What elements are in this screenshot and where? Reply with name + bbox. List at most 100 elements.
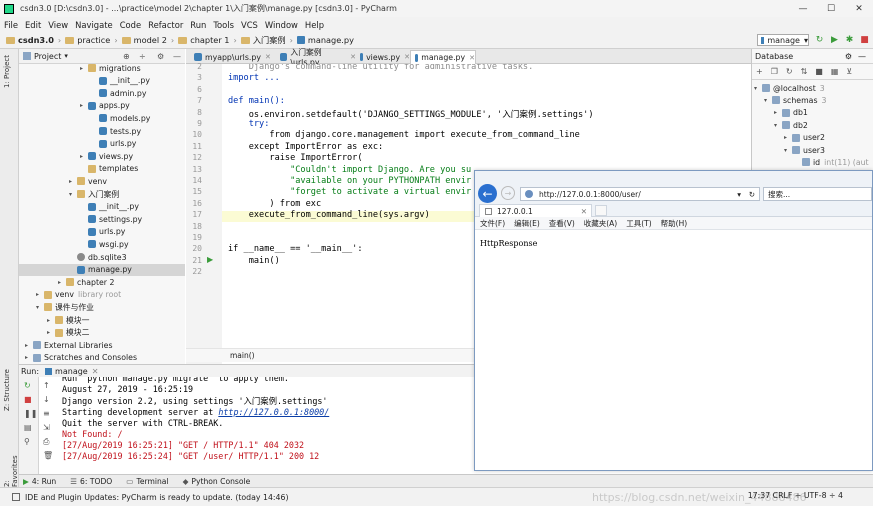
- browser-menu-item[interactable]: 帮助(H): [661, 218, 688, 229]
- gear-icon[interactable]: ⚙: [845, 52, 852, 61]
- breadcrumb-item[interactable]: practice ›: [65, 34, 118, 46]
- menu-item-tools[interactable]: Tools: [213, 20, 234, 30]
- hide-icon[interactable]: —: [173, 52, 181, 61]
- db-tree-item[interactable]: ▾ @localhost 3: [754, 82, 825, 94]
- bottom-tab[interactable]: ▭ Terminal: [126, 477, 168, 486]
- table-icon[interactable]: ▦: [831, 67, 839, 76]
- tree-item[interactable]: ▸ apps.py: [80, 100, 130, 112]
- dropdown-icon[interactable]: ▾: [737, 190, 741, 199]
- target-icon[interactable]: ⊕: [123, 52, 130, 61]
- menu-item-file[interactable]: File: [4, 20, 18, 30]
- run-tab[interactable]: manage: [55, 367, 88, 376]
- expand-arrow-icon[interactable]: ▸: [774, 109, 782, 116]
- breadcrumb-item[interactable]: model 2 ›: [121, 34, 174, 46]
- expand-arrow-icon[interactable]: ▸: [58, 279, 66, 286]
- breadcrumb-item[interactable]: chapter 1 ›: [178, 34, 237, 46]
- breadcrumb-item[interactable]: csdn3.0 ›: [6, 34, 61, 46]
- url-field[interactable]: http://127.0.0.1:8000/user/ ▾ ↻: [520, 187, 760, 201]
- close-icon[interactable]: ✕: [469, 54, 475, 62]
- copy-icon[interactable]: ❐: [771, 67, 778, 76]
- print-icon[interactable]: ⎙: [43, 437, 49, 447]
- hide-icon[interactable]: —: [858, 52, 866, 61]
- expand-arrow-icon[interactable]: ▾: [784, 147, 792, 154]
- menu-item-window[interactable]: Window: [265, 20, 298, 30]
- tree-item[interactable]: tests.py: [91, 125, 141, 137]
- run-icon[interactable]: ▶: [829, 34, 840, 46]
- db-tree-item[interactable]: id int(11) (aut: [794, 156, 869, 168]
- back-button[interactable]: ←: [478, 184, 497, 203]
- arrow-up-icon[interactable]: ↑: [43, 381, 50, 390]
- expand-arrow-icon[interactable]: ▾: [774, 122, 782, 129]
- console-link[interactable]: http://127.0.0.1:8000/: [218, 407, 329, 417]
- new-tab-button[interactable]: [595, 205, 607, 216]
- close-icon[interactable]: ✕: [265, 53, 271, 61]
- chevron-down-icon[interactable]: ▾: [64, 52, 68, 60]
- breadcrumb-item[interactable]: 入门案例 ›: [240, 34, 293, 46]
- sync-icon[interactable]: ⇅: [801, 67, 808, 76]
- expand-arrow-icon[interactable]: ▾: [69, 191, 77, 198]
- stop-icon[interactable]: ■: [24, 395, 32, 404]
- expand-arrow-icon[interactable]: ▸: [80, 153, 88, 160]
- stop-icon[interactable]: ■: [815, 67, 823, 76]
- expand-arrow-icon[interactable]: ▾: [36, 304, 44, 311]
- debug-icon[interactable]: ✱: [844, 34, 855, 46]
- maximize-button[interactable]: ☐: [817, 0, 845, 17]
- db-tree-item[interactable]: ▾ db2: [774, 119, 808, 131]
- refresh-icon[interactable]: ↻: [786, 67, 793, 76]
- expand-arrow-icon[interactable]: ▸: [80, 102, 88, 109]
- browser-menu-item[interactable]: 编辑(E): [514, 218, 540, 229]
- add-icon[interactable]: +: [756, 67, 763, 76]
- browser-menu-item[interactable]: 收藏夹(A): [584, 218, 617, 229]
- menu-item-run[interactable]: Run: [190, 20, 206, 30]
- tree-item[interactable]: ▾ 课件与作业: [36, 301, 94, 313]
- tree-item[interactable]: ▸ 模块二: [47, 327, 89, 339]
- gear-icon[interactable]: ⚙: [157, 52, 164, 61]
- expand-arrow-icon[interactable]: ▸: [25, 354, 33, 361]
- expand-arrow-icon[interactable]: ▸: [784, 134, 792, 141]
- tab-project[interactable]: 1: Project: [3, 55, 11, 88]
- tree-item[interactable]: urls.py: [80, 226, 125, 238]
- expand-arrow-icon[interactable]: ▸: [36, 291, 44, 298]
- trash-icon[interactable]: 🗑: [43, 451, 53, 460]
- pause-icon[interactable]: ❚❚: [24, 409, 37, 418]
- status-message[interactable]: IDE and Plugin Updates: PyCharm is ready…: [25, 493, 289, 502]
- tree-item[interactable]: ▸ migrations: [80, 64, 141, 74]
- run-gutter-icon[interactable]: ▶: [207, 255, 213, 264]
- tree-item[interactable]: __init__.py: [91, 75, 150, 87]
- expand-arrow-icon[interactable]: ▾: [764, 97, 772, 104]
- tree-item[interactable]: urls.py: [91, 138, 136, 150]
- tree-item[interactable]: ▸ venv library root: [36, 289, 121, 301]
- refresh-icon[interactable]: ↻: [749, 190, 755, 199]
- close-icon[interactable]: ✕: [581, 207, 587, 216]
- editor-tab[interactable]: manage.py ✕: [410, 50, 476, 64]
- tree-item[interactable]: db.sqlite3: [69, 251, 127, 263]
- arrow-down-icon[interactable]: ↓: [43, 395, 50, 404]
- db-tree-item[interactable]: ▾ schemas 3: [764, 94, 827, 106]
- search-input[interactable]: 搜索...: [763, 187, 872, 201]
- tree-item[interactable]: wsgi.py: [80, 238, 129, 250]
- tree-item[interactable]: ▸ Scratches and Consoles: [25, 352, 137, 364]
- forward-button[interactable]: →: [501, 186, 515, 200]
- menu-item-edit[interactable]: Edit: [25, 20, 41, 30]
- collapse-icon[interactable]: ÷: [139, 52, 146, 61]
- run-config-select[interactable]: manage ▾: [757, 34, 809, 46]
- editor-tab[interactable]: 入门案例\urls.py ✕: [276, 48, 356, 67]
- browser-tab[interactable]: 127.0.0.1 ✕: [479, 204, 592, 217]
- layout-icon[interactable]: ▤: [24, 423, 32, 432]
- browser-menu-item[interactable]: 查看(V): [549, 218, 575, 229]
- menu-item-code[interactable]: Code: [120, 20, 141, 30]
- wrap-icon[interactable]: ≡: [43, 409, 50, 418]
- rerun-icon[interactable]: ↻: [814, 34, 825, 46]
- menu-item-refactor[interactable]: Refactor: [148, 20, 183, 30]
- tree-item[interactable]: ▸ views.py: [80, 150, 133, 162]
- expand-arrow-icon[interactable]: ▸: [25, 342, 33, 349]
- db-tree-item[interactable]: ▾ user3: [784, 144, 825, 156]
- db-tree-item[interactable]: ▸ user2: [784, 132, 825, 144]
- menu-item-navigate[interactable]: Navigate: [75, 20, 113, 30]
- tree-item[interactable]: manage.py: [19, 263, 185, 276]
- expand-arrow-icon[interactable]: ▸: [47, 317, 55, 324]
- browser-menu-item[interactable]: 文件(F): [480, 218, 505, 229]
- menu-item-view[interactable]: View: [48, 20, 68, 30]
- editor-breadcrumb-label[interactable]: main(): [230, 351, 255, 360]
- menu-item-help[interactable]: Help: [305, 20, 324, 30]
